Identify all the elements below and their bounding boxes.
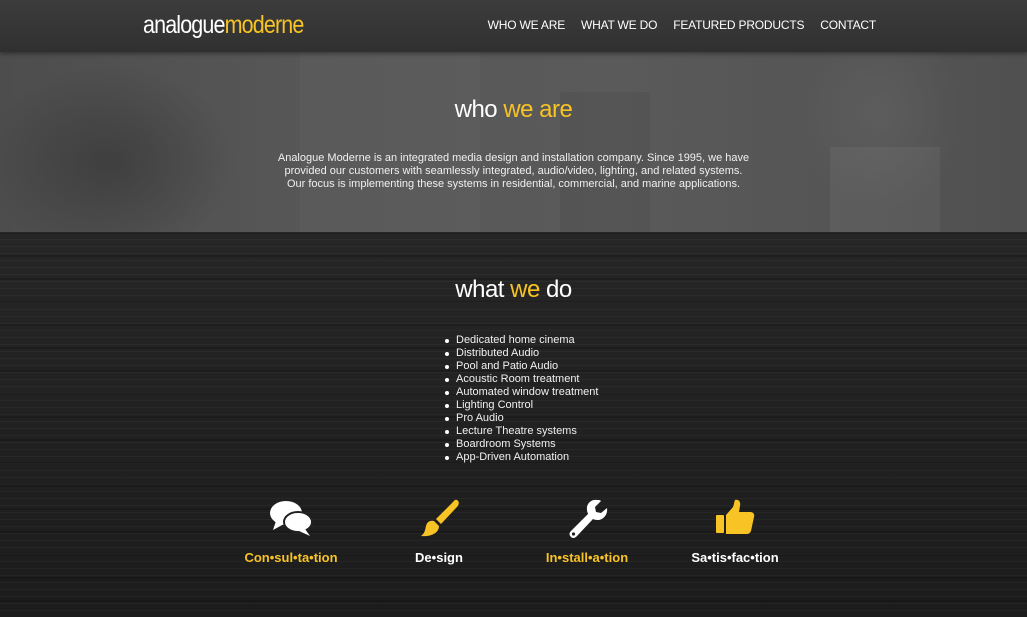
nav-who-we-are[interactable]: WHO WE ARE bbox=[488, 17, 566, 33]
nav-what-we-do[interactable]: WHAT WE DO bbox=[581, 17, 657, 33]
paintbrush-icon bbox=[421, 499, 459, 537]
who-we-are-section: who we are Analogue Moderne is an integr… bbox=[0, 52, 1027, 232]
heading-word-do: do bbox=[546, 276, 572, 303]
wrench-icon bbox=[569, 499, 608, 538]
list-item: Distributed Audio bbox=[444, 347, 598, 360]
logo-text-analogue: analogue bbox=[143, 11, 225, 39]
feature-label-design: De•sign bbox=[415, 550, 463, 565]
nav-contact[interactable]: CONTACT bbox=[820, 17, 876, 33]
list-item: Lighting Control bbox=[444, 399, 598, 412]
logo-text-moderne: moderne bbox=[224, 11, 305, 39]
services-list: Dedicated home cinema Distributed Audio … bbox=[444, 334, 599, 464]
feature-label-satisfaction: Sa•tis•fac•tion bbox=[691, 550, 779, 565]
feature-label-installation: In•stall•a•tion bbox=[545, 550, 629, 565]
nav-featured-products[interactable]: FEATURED PRODUCTS bbox=[673, 17, 804, 33]
what-we-do-section: what we do Dedicated home cinema Distrib… bbox=[0, 232, 1027, 617]
list-item: Lecture Theatre systems bbox=[444, 425, 598, 438]
main-nav: WHO WE ARE WHAT WE DO FEATURED PRODUCTS … bbox=[488, 17, 877, 33]
list-item: Acoustic Room treatment bbox=[444, 373, 598, 386]
company-description: Analogue Moderne is an integrated media … bbox=[277, 152, 750, 190]
feature-label-consultation: Con•sul•ta•tion bbox=[244, 550, 338, 565]
list-item: Dedicated home cinema bbox=[444, 334, 598, 347]
heading-word-who: who bbox=[454, 96, 498, 123]
chat-bubbles-icon bbox=[270, 501, 313, 536]
list-item: Pro Audio bbox=[444, 412, 598, 425]
site-logo[interactable]: analoguemoderne bbox=[143, 10, 305, 40]
list-item: App-Driven Automation bbox=[444, 451, 598, 464]
list-item: Pool and Patio Audio bbox=[444, 360, 598, 373]
background-photo-shade bbox=[830, 147, 940, 232]
heading-word-we: we bbox=[510, 276, 540, 303]
heading-word-we-are: we are bbox=[503, 96, 573, 123]
list-item: Boardroom Systems bbox=[444, 438, 598, 451]
top-navigation-bar: analoguemoderne WHO WE ARE WHAT WE DO FE… bbox=[0, 0, 1027, 52]
background-photo-shade bbox=[300, 52, 480, 232]
list-item: Automated window treatment bbox=[444, 386, 599, 398]
heading-word-what: what bbox=[455, 276, 504, 303]
thumbs-up-icon bbox=[716, 499, 755, 534]
who-we-are-heading: who we are bbox=[0, 96, 1027, 124]
what-we-do-heading: what we do bbox=[0, 276, 1027, 304]
